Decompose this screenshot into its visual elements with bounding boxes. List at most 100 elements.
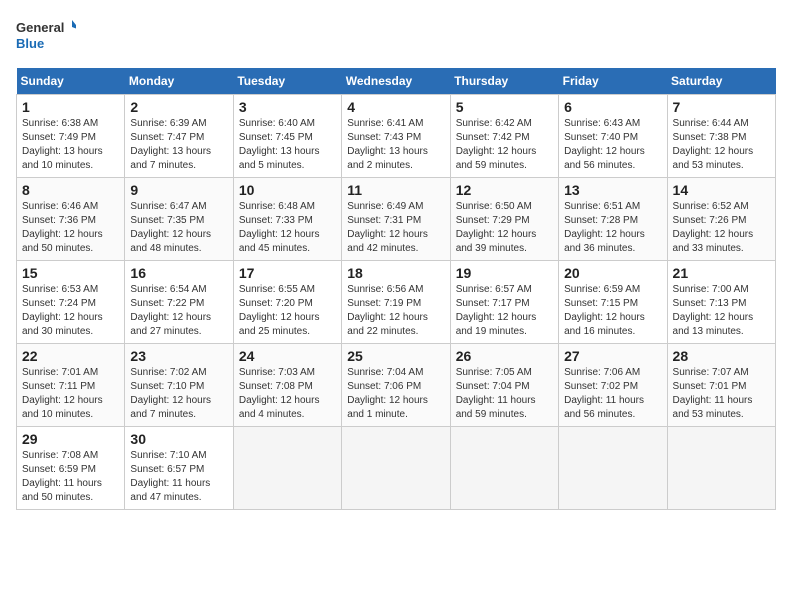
day-info: Sunrise: 6:50 AM Sunset: 7:29 PM Dayligh… bbox=[456, 200, 553, 256]
weekday-header: Wednesday bbox=[342, 68, 450, 95]
day-number: 27 bbox=[564, 348, 661, 364]
calendar-cell: 14 Sunrise: 6:52 AM Sunset: 7:26 PM Dayl… bbox=[667, 178, 775, 261]
day-number: 19 bbox=[456, 265, 553, 281]
day-number: 13 bbox=[564, 182, 661, 198]
day-info: Sunrise: 7:03 AM Sunset: 7:08 PM Dayligh… bbox=[239, 366, 336, 422]
weekday-header: Sunday bbox=[17, 68, 125, 95]
calendar-cell: 18 Sunrise: 6:56 AM Sunset: 7:19 PM Dayl… bbox=[342, 261, 450, 344]
day-info: Sunrise: 6:41 AM Sunset: 7:43 PM Dayligh… bbox=[347, 117, 444, 173]
weekday-header: Monday bbox=[125, 68, 233, 95]
day-number: 3 bbox=[239, 99, 336, 115]
day-number: 17 bbox=[239, 265, 336, 281]
svg-text:Blue: Blue bbox=[16, 36, 44, 51]
weekday-header: Tuesday bbox=[233, 68, 341, 95]
day-info: Sunrise: 7:00 AM Sunset: 7:13 PM Dayligh… bbox=[673, 283, 770, 339]
calendar-cell: 15 Sunrise: 6:53 AM Sunset: 7:24 PM Dayl… bbox=[17, 261, 125, 344]
calendar-cell: 29 Sunrise: 7:08 AM Sunset: 6:59 PM Dayl… bbox=[17, 427, 125, 510]
day-number: 23 bbox=[130, 348, 227, 364]
calendar-cell: 20 Sunrise: 6:59 AM Sunset: 7:15 PM Dayl… bbox=[559, 261, 667, 344]
day-number: 18 bbox=[347, 265, 444, 281]
calendar-cell bbox=[667, 427, 775, 510]
day-number: 12 bbox=[456, 182, 553, 198]
day-info: Sunrise: 6:47 AM Sunset: 7:35 PM Dayligh… bbox=[130, 200, 227, 256]
calendar-cell: 22 Sunrise: 7:01 AM Sunset: 7:11 PM Dayl… bbox=[17, 344, 125, 427]
calendar-week-row: 8 Sunrise: 6:46 AM Sunset: 7:36 PM Dayli… bbox=[17, 178, 776, 261]
day-info: Sunrise: 7:02 AM Sunset: 7:10 PM Dayligh… bbox=[130, 366, 227, 422]
day-info: Sunrise: 7:07 AM Sunset: 7:01 PM Dayligh… bbox=[673, 366, 770, 422]
calendar-cell: 26 Sunrise: 7:05 AM Sunset: 7:04 PM Dayl… bbox=[450, 344, 558, 427]
day-number: 2 bbox=[130, 99, 227, 115]
calendar-cell: 9 Sunrise: 6:47 AM Sunset: 7:35 PM Dayli… bbox=[125, 178, 233, 261]
calendar-cell: 5 Sunrise: 6:42 AM Sunset: 7:42 PM Dayli… bbox=[450, 95, 558, 178]
calendar-cell: 13 Sunrise: 6:51 AM Sunset: 7:28 PM Dayl… bbox=[559, 178, 667, 261]
calendar-week-row: 15 Sunrise: 6:53 AM Sunset: 7:24 PM Dayl… bbox=[17, 261, 776, 344]
logo-svg: General Blue bbox=[16, 16, 76, 56]
calendar-cell bbox=[559, 427, 667, 510]
day-info: Sunrise: 6:55 AM Sunset: 7:20 PM Dayligh… bbox=[239, 283, 336, 339]
day-info: Sunrise: 6:38 AM Sunset: 7:49 PM Dayligh… bbox=[22, 117, 119, 173]
calendar-cell: 21 Sunrise: 7:00 AM Sunset: 7:13 PM Dayl… bbox=[667, 261, 775, 344]
weekday-header: Thursday bbox=[450, 68, 558, 95]
day-info: Sunrise: 6:43 AM Sunset: 7:40 PM Dayligh… bbox=[564, 117, 661, 173]
day-info: Sunrise: 6:56 AM Sunset: 7:19 PM Dayligh… bbox=[347, 283, 444, 339]
day-info: Sunrise: 6:54 AM Sunset: 7:22 PM Dayligh… bbox=[130, 283, 227, 339]
day-info: Sunrise: 7:10 AM Sunset: 6:57 PM Dayligh… bbox=[130, 449, 227, 505]
weekday-header: Friday bbox=[559, 68, 667, 95]
page-header: General Blue bbox=[16, 16, 776, 56]
weekday-header: Saturday bbox=[667, 68, 775, 95]
day-number: 20 bbox=[564, 265, 661, 281]
day-number: 22 bbox=[22, 348, 119, 364]
logo: General Blue bbox=[16, 16, 76, 56]
calendar-cell: 10 Sunrise: 6:48 AM Sunset: 7:33 PM Dayl… bbox=[233, 178, 341, 261]
calendar-cell: 8 Sunrise: 6:46 AM Sunset: 7:36 PM Dayli… bbox=[17, 178, 125, 261]
day-number: 21 bbox=[673, 265, 770, 281]
day-info: Sunrise: 6:44 AM Sunset: 7:38 PM Dayligh… bbox=[673, 117, 770, 173]
day-number: 25 bbox=[347, 348, 444, 364]
day-info: Sunrise: 6:40 AM Sunset: 7:45 PM Dayligh… bbox=[239, 117, 336, 173]
day-number: 26 bbox=[456, 348, 553, 364]
calendar-cell: 30 Sunrise: 7:10 AM Sunset: 6:57 PM Dayl… bbox=[125, 427, 233, 510]
day-info: Sunrise: 6:49 AM Sunset: 7:31 PM Dayligh… bbox=[347, 200, 444, 256]
day-number: 28 bbox=[673, 348, 770, 364]
day-info: Sunrise: 6:42 AM Sunset: 7:42 PM Dayligh… bbox=[456, 117, 553, 173]
day-number: 1 bbox=[22, 99, 119, 115]
calendar-cell: 28 Sunrise: 7:07 AM Sunset: 7:01 PM Dayl… bbox=[667, 344, 775, 427]
day-number: 24 bbox=[239, 348, 336, 364]
day-number: 16 bbox=[130, 265, 227, 281]
calendar-cell: 24 Sunrise: 7:03 AM Sunset: 7:08 PM Dayl… bbox=[233, 344, 341, 427]
calendar-cell: 23 Sunrise: 7:02 AM Sunset: 7:10 PM Dayl… bbox=[125, 344, 233, 427]
day-number: 9 bbox=[130, 182, 227, 198]
calendar-cell: 4 Sunrise: 6:41 AM Sunset: 7:43 PM Dayli… bbox=[342, 95, 450, 178]
day-number: 7 bbox=[673, 99, 770, 115]
day-info: Sunrise: 6:57 AM Sunset: 7:17 PM Dayligh… bbox=[456, 283, 553, 339]
day-number: 15 bbox=[22, 265, 119, 281]
calendar-cell: 17 Sunrise: 6:55 AM Sunset: 7:20 PM Dayl… bbox=[233, 261, 341, 344]
day-info: Sunrise: 7:06 AM Sunset: 7:02 PM Dayligh… bbox=[564, 366, 661, 422]
day-info: Sunrise: 6:59 AM Sunset: 7:15 PM Dayligh… bbox=[564, 283, 661, 339]
calendar-cell bbox=[342, 427, 450, 510]
calendar-cell: 16 Sunrise: 6:54 AM Sunset: 7:22 PM Dayl… bbox=[125, 261, 233, 344]
day-info: Sunrise: 6:48 AM Sunset: 7:33 PM Dayligh… bbox=[239, 200, 336, 256]
calendar-cell: 3 Sunrise: 6:40 AM Sunset: 7:45 PM Dayli… bbox=[233, 95, 341, 178]
day-info: Sunrise: 6:51 AM Sunset: 7:28 PM Dayligh… bbox=[564, 200, 661, 256]
day-number: 8 bbox=[22, 182, 119, 198]
day-number: 6 bbox=[564, 99, 661, 115]
calendar-cell: 12 Sunrise: 6:50 AM Sunset: 7:29 PM Dayl… bbox=[450, 178, 558, 261]
calendar-cell: 19 Sunrise: 6:57 AM Sunset: 7:17 PM Dayl… bbox=[450, 261, 558, 344]
day-number: 29 bbox=[22, 431, 119, 447]
calendar-cell: 27 Sunrise: 7:06 AM Sunset: 7:02 PM Dayl… bbox=[559, 344, 667, 427]
calendar-cell: 7 Sunrise: 6:44 AM Sunset: 7:38 PM Dayli… bbox=[667, 95, 775, 178]
day-info: Sunrise: 7:04 AM Sunset: 7:06 PM Dayligh… bbox=[347, 366, 444, 422]
calendar-cell bbox=[450, 427, 558, 510]
weekday-header-row: SundayMondayTuesdayWednesdayThursdayFrid… bbox=[17, 68, 776, 95]
calendar-cell bbox=[233, 427, 341, 510]
svg-text:General: General bbox=[16, 20, 64, 35]
calendar-week-row: 1 Sunrise: 6:38 AM Sunset: 7:49 PM Dayli… bbox=[17, 95, 776, 178]
calendar-cell: 6 Sunrise: 6:43 AM Sunset: 7:40 PM Dayli… bbox=[559, 95, 667, 178]
day-info: Sunrise: 7:08 AM Sunset: 6:59 PM Dayligh… bbox=[22, 449, 119, 505]
day-info: Sunrise: 6:39 AM Sunset: 7:47 PM Dayligh… bbox=[130, 117, 227, 173]
day-info: Sunrise: 7:01 AM Sunset: 7:11 PM Dayligh… bbox=[22, 366, 119, 422]
calendar-cell: 25 Sunrise: 7:04 AM Sunset: 7:06 PM Dayl… bbox=[342, 344, 450, 427]
calendar-table: SundayMondayTuesdayWednesdayThursdayFrid… bbox=[16, 68, 776, 510]
day-number: 30 bbox=[130, 431, 227, 447]
